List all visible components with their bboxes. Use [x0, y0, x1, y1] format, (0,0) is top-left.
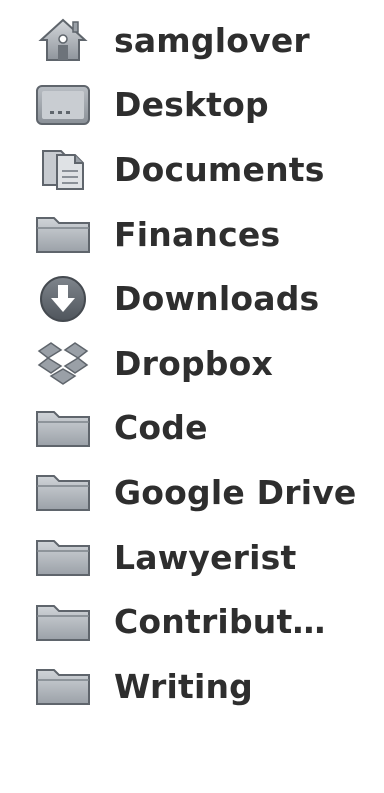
sidebar-item-desktop[interactable]: Desktop — [0, 73, 384, 138]
sidebar-item-label: Dropbox — [114, 343, 273, 383]
sidebar-item-samglover[interactable]: samglover — [0, 8, 384, 73]
sidebar-item-label: Code — [114, 408, 208, 448]
sidebar-item-label: Writing — [114, 666, 254, 706]
documents-icon — [30, 143, 96, 195]
folder-icon — [30, 402, 96, 454]
sidebar-item-label: Documents — [114, 149, 325, 189]
folder-icon — [30, 596, 96, 648]
sidebar-item-finances[interactable]: Finances — [0, 202, 384, 267]
dropbox-icon — [30, 337, 96, 389]
home-icon — [30, 14, 96, 66]
folder-icon — [30, 531, 96, 583]
folder-icon — [30, 208, 96, 260]
sidebar-item-lawyerist[interactable]: Lawyerist — [0, 525, 384, 590]
sidebar-item-label: samglover — [114, 20, 310, 60]
sidebar-item-label: Desktop — [114, 85, 269, 125]
sidebar-item-label: Google Drive — [114, 472, 357, 512]
sidebar-item-google-drive[interactable]: Google Drive — [0, 460, 384, 525]
sidebar-item-code[interactable]: Code — [0, 396, 384, 461]
sidebar-item-dropbox[interactable]: Dropbox — [0, 331, 384, 396]
finder-sidebar: samglover Desktop Documents Finances Dow… — [0, 0, 384, 793]
sidebar-item-label: Lawyerist — [114, 537, 297, 577]
sidebar-item-contributors[interactable]: Contribut… — [0, 589, 384, 654]
sidebar-item-label: Downloads — [114, 279, 320, 319]
sidebar-item-downloads[interactable]: Downloads — [0, 266, 384, 331]
downloads-icon — [30, 273, 96, 325]
sidebar-item-label: Finances — [114, 214, 281, 254]
desktop-icon — [30, 79, 96, 131]
sidebar-item-label: Contribut… — [114, 602, 326, 642]
folder-icon — [30, 466, 96, 518]
sidebar-item-writing[interactable]: Writing — [0, 654, 384, 719]
folder-icon — [30, 660, 96, 712]
sidebar-item-documents[interactable]: Documents — [0, 137, 384, 202]
